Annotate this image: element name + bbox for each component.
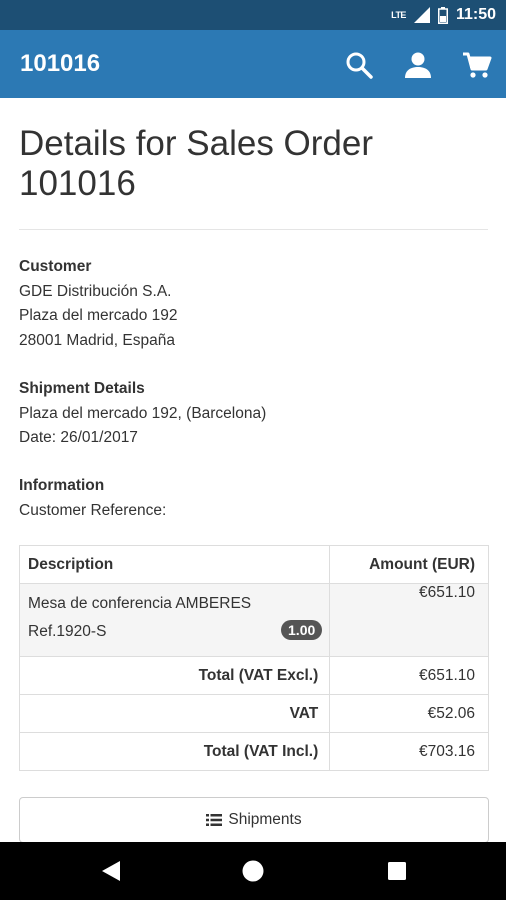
customer-heading: Customer	[19, 258, 92, 275]
recents-icon[interactable]	[383, 857, 411, 885]
total-excl-row: Total (VAT Excl.) €651.10	[18, 656, 489, 695]
shipment-heading: Shipment Details	[19, 380, 145, 397]
customer-reference: Customer Reference:	[19, 501, 167, 519]
customer-name: GDE Distribución S.A.	[19, 282, 172, 300]
app-bar: 101016	[0, 30, 506, 98]
table-row: Mesa de conferencia AMBERES Ref.1920-S 1…	[18, 583, 489, 657]
shipments-label: Shipments	[228, 811, 302, 828]
main-content: Details for Sales Order 101016 Customer …	[0, 98, 506, 842]
quantity-badge: 1.00	[281, 620, 323, 640]
amount-header: Amount (EUR)	[329, 545, 489, 584]
total-excl-value: €651.10	[329, 656, 489, 695]
shipment-section: Shipment Details Plaza del mercado 192, …	[19, 377, 489, 451]
divider	[19, 229, 488, 230]
clock: 11:50	[455, 6, 496, 23]
back-icon[interactable]	[97, 857, 125, 885]
customer-address-line-2: 28001 Madrid, España	[19, 331, 175, 349]
total-incl-value: €703.16	[329, 732, 489, 771]
total-incl-row: Total (VAT Incl.) €703.16	[18, 732, 489, 771]
total-excl-label: Total (VAT Excl.)	[18, 656, 331, 695]
cart-icon[interactable]	[462, 50, 492, 80]
navigation-bar	[0, 842, 506, 900]
total-incl-label: Total (VAT Incl.)	[18, 732, 331, 771]
user-icon[interactable]	[403, 50, 433, 80]
status-bar: LTE 11:50	[0, 0, 506, 30]
item-description-cell: Mesa de conferencia AMBERES Ref.1920-S 1…	[18, 583, 331, 657]
information-heading: Information	[19, 477, 105, 494]
customer-section: Customer GDE Distribución S.A. Plaza del…	[19, 255, 489, 353]
vat-value: €52.06	[329, 694, 489, 733]
item-amount: €651.10	[329, 583, 489, 657]
home-icon[interactable]	[239, 857, 267, 885]
list-icon	[206, 814, 223, 826]
shipment-address: Plaza del mercado 192, (Barcelona)	[19, 404, 267, 422]
item-ref: Ref.1920-S	[28, 623, 107, 640]
item-name: Mesa de conferencia AMBERES	[28, 595, 252, 612]
search-icon[interactable]	[344, 50, 374, 80]
vat-label: VAT	[18, 694, 331, 733]
battery-icon	[437, 6, 448, 24]
app-bar-title: 101016	[20, 50, 101, 77]
signal-icon	[413, 7, 430, 23]
order-lines-table: Description Amount (EUR) Mesa de confere…	[18, 545, 489, 771]
vat-row: VAT €52.06	[18, 694, 489, 733]
network-type: LTE	[391, 10, 406, 20]
shipments-button[interactable]: Shipments	[19, 797, 489, 842]
customer-address-line-1: Plaza del mercado 192	[19, 307, 178, 324]
page-title: Details for Sales Order 101016	[19, 124, 374, 203]
description-header: Description	[18, 545, 331, 584]
information-section: Information Customer Reference:	[19, 474, 489, 523]
shipment-date: Date: 26/01/2017	[19, 429, 138, 446]
table-header-row: Description Amount (EUR)	[18, 545, 489, 584]
